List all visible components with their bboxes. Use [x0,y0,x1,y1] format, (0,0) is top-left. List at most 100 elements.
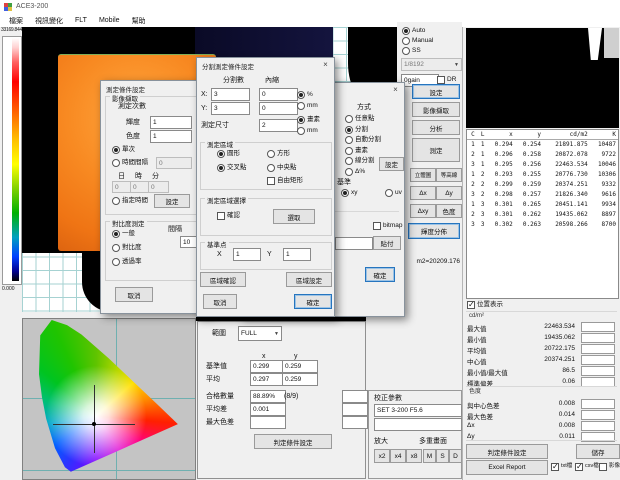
interval-radio[interactable]: 時間間隔 [112,159,148,167]
free-rect-checkbox[interactable]: 自由矩形 [267,177,303,185]
calibration-value-field-2[interactable] [374,418,462,431]
capture-button[interactable]: 影像擷取 [412,102,460,117]
contrast-radio[interactable]: 對比度 [112,244,142,252]
chroma-count-field[interactable]: 1 [150,130,192,143]
avg-x-field[interactable]: 0.297 [250,373,286,386]
circle-radio[interactable]: 圓形 [217,150,240,158]
stat-limit-box[interactable] [581,333,615,343]
ref-x-field[interactable]: 0.299 [250,360,286,373]
table-row[interactable]: 120.2930.25520776.73010306 [467,170,618,180]
range-judge-button[interactable]: 判定條件設定 [254,434,332,449]
menu-item-3[interactable]: Mobile [93,17,126,24]
thumbnail-image[interactable] [466,28,619,128]
timed-radio[interactable]: 指定時間 [112,197,148,205]
image-file-checkbox[interactable]: 影像檔 [599,463,620,471]
delta-y-button[interactable]: Δy [436,186,462,200]
stat-limit-box[interactable] [581,399,615,409]
single-radio[interactable]: 單次 [112,146,135,154]
method-option-1[interactable]: 分割 [345,125,403,136]
delta-xy-button[interactable]: Δxy [410,204,436,218]
method-option-3[interactable]: 畫素 [345,146,403,157]
method-option-2[interactable]: 自動分割 [345,135,403,146]
xy-radio[interactable]: xy [341,189,358,197]
ref-y-field[interactable]: 0.259 [282,360,318,373]
limit-box-1[interactable] [342,390,368,403]
table-row[interactable]: 330.3020.26320598.2668700 [467,220,618,230]
measure-cancel-button[interactable]: 取消 [115,287,153,302]
transmit-radio[interactable]: 透過率 [112,258,142,266]
stat-limit-box[interactable] [581,421,615,431]
limit-box-2[interactable] [342,403,368,416]
pixel-radio[interactable]: 畫素 [297,116,320,124]
cross-radio[interactable]: 交叉點 [217,164,247,172]
zoom-x4-button[interactable]: x4 [390,449,406,463]
radio-ss[interactable]: SS [402,47,421,55]
stat-limit-box[interactable] [581,366,615,376]
position-display-checkbox[interactable]: 位置表示 [467,301,503,309]
measure-button[interactable]: 測定 [412,138,460,162]
table-row[interactable]: 220.2990.25920374.2519332 [467,180,618,190]
split-ok-button[interactable]: 確定 [294,294,332,309]
table-row[interactable]: 130.3010.26520451.1419934 [467,200,618,210]
luminance-dist-button[interactable]: 輝度分佈 [408,223,460,239]
range-select[interactable]: FULL▼ [238,326,282,341]
avg-diff-field[interactable]: 0.001 [250,403,286,416]
stat-limit-box[interactable] [581,344,615,354]
csv-file-checkbox[interactable]: csv檔 [575,463,599,471]
lum-count-field[interactable]: 1 [150,116,192,129]
multi-d-button[interactable]: D [449,449,462,463]
avg-y-field[interactable]: 0.259 [282,373,318,386]
chroma-button[interactable]: 色度 [436,204,462,218]
center-radio[interactable]: 中央點 [267,164,297,172]
paste-target-field[interactable] [335,237,373,250]
bitmap-checkbox[interactable]: bitmap [373,222,403,230]
menu-item-0[interactable]: 檔案 [3,16,29,26]
base-y-field[interactable]: 1 [283,248,311,261]
table-row[interactable]: 210.2960.25820872.0789722 [467,150,618,160]
mm-radio[interactable]: mm [297,102,318,110]
base-x-field[interactable]: 1 [233,248,261,261]
limit-box-3[interactable] [342,416,368,429]
split-cancel-button[interactable]: 取消 [203,294,237,309]
results-table[interactable]: CLxycd/m2K 110.2940.25421891.87510487210… [467,130,618,230]
close-icon[interactable]: × [319,59,332,70]
table-row[interactable]: 310.2950.25622463.53410046 [467,160,618,170]
x-div-field[interactable]: 3 [211,88,250,101]
paste-button[interactable]: 貼付 [373,236,401,250]
time-set-button[interactable]: 設定 [154,194,190,208]
interval-field[interactable]: 0 [156,157,192,169]
method-option-0[interactable]: 任意點 [345,114,403,125]
pick-button[interactable]: 選取 [273,209,315,224]
area-set-button[interactable]: 區域設定 [286,272,332,287]
txt-file-checkbox[interactable]: txt檔 [551,463,572,471]
judge-condition-button[interactable]: 判定條件設定 [466,444,548,459]
pass-count-field[interactable]: 88.89% [250,390,286,403]
cie-diagram-panel[interactable] [22,318,196,480]
menu-item-1[interactable]: 視訊變化 [29,16,69,26]
view3d-button[interactable]: 立體圖 [410,168,436,182]
menu-item-4[interactable]: 幫助 [126,16,152,26]
normal-radio[interactable]: 一般 [112,230,135,238]
confirm-checkbox[interactable]: 確認 [217,212,240,220]
table-row[interactable]: 230.3010.26219435.0628897 [467,210,618,220]
percent-radio[interactable]: % [297,91,313,99]
x-inset-field[interactable]: 0 [259,88,298,101]
stat-limit-box[interactable] [581,322,615,332]
size-field[interactable]: 2 [259,119,298,132]
contour-button[interactable]: 等高線 [436,168,462,182]
close-icon[interactable]: × [389,84,402,95]
stat-limit-box[interactable] [581,355,615,365]
shutter-select[interactable]: 1/8192▼ [401,58,462,71]
stat-limit-box[interactable] [581,410,615,420]
menu-item-2[interactable]: FLT [69,17,93,24]
method-set-button[interactable]: 設定 [379,157,404,171]
table-row[interactable]: 110.2940.25421891.87510487 [467,140,618,151]
delta-x-button[interactable]: Δx [410,186,436,200]
save-button[interactable]: 儲存 [576,444,620,459]
size-mm-radio[interactable]: mm [297,127,318,135]
excel-report-button[interactable]: Excel Report [466,460,548,475]
table-row[interactable]: 320.2980.25721826.3409616 [467,190,618,200]
multi-m-button[interactable]: M [423,449,436,463]
calibration-value-field[interactable]: SET 3-200 F5.6 [374,404,462,417]
analyze-button[interactable]: 分析 [412,120,460,135]
